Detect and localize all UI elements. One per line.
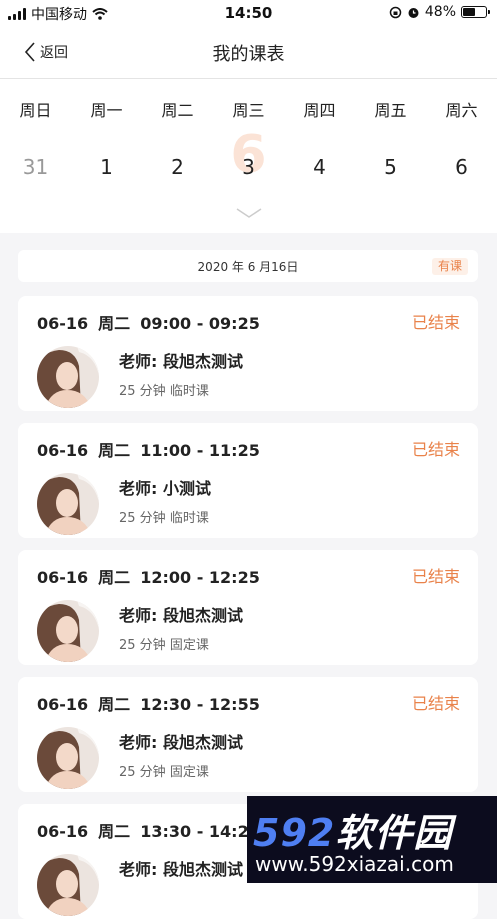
lesson-card[interactable]: 06-16 周二 12:30 - 12:55 已结束老师: 段旭杰测试 25 分钟 固定…	[18, 677, 478, 792]
teacher-name: 老师: 小测试	[119, 479, 211, 498]
lesson-status: 已结束	[411, 313, 460, 332]
lesson-time: 06-16 周二 12:00 - 12:25	[37, 564, 260, 588]
day-name: 周二	[161, 101, 194, 120]
lesson-time: 06-16 周二 09:00 - 09:25	[37, 310, 260, 334]
watermark-logo: 592软件园	[253, 802, 452, 857]
lesson-date: 06-16	[37, 822, 89, 841]
chevron-down-icon[interactable]	[235, 207, 263, 219]
teacher-avatar	[37, 600, 99, 662]
site-watermark: 592软件园 www.592xiazai.com	[247, 796, 497, 883]
lesson-weekday: 周二	[98, 441, 131, 460]
lesson-type: 临时课	[169, 384, 209, 399]
day-name: 周日	[19, 101, 52, 120]
lesson-type: 固定课	[169, 765, 209, 780]
status-right: 48%	[389, 4, 490, 20]
week-calendar: 周日 31 周一 1 周二 2 周三 6 3 周四 4 周五 5 周六 6	[0, 79, 497, 233]
lesson-meta: 25 分钟 固定课	[119, 761, 209, 780]
teacher-name: 老师: 段旭杰测试	[119, 733, 243, 752]
teacher-avatar	[37, 854, 99, 916]
lesson-type: 临时课	[169, 511, 209, 526]
lesson-card[interactable]: 06-16 周二 11:00 - 11:25 已结束老师: 小测试 25 分钟 临时课	[18, 423, 478, 538]
teacher-avatar	[37, 346, 99, 408]
lesson-time-range: 13:30 - 14:20	[140, 822, 260, 841]
watermark-logo-number: 592	[253, 811, 336, 855]
selected-day-number: 3	[242, 155, 255, 179]
battery-icon	[461, 6, 490, 18]
lesson-date: 06-16	[37, 568, 89, 587]
lesson-time-range: 12:30 - 12:55	[140, 695, 260, 714]
lesson-time: 06-16 周二 13:30 - 14:20	[37, 818, 260, 842]
lesson-weekday: 周二	[98, 695, 131, 714]
lesson-status: 已结束	[411, 440, 460, 459]
selected-date-bar: 2020 年 6 月16日 有课	[18, 250, 478, 282]
lesson-meta: 25 分钟 固定课	[119, 634, 209, 653]
day-number[interactable]: 31	[0, 155, 71, 179]
lesson-weekday: 周二	[98, 314, 131, 333]
day-number[interactable]: 5	[355, 155, 426, 179]
lesson-duration: 25 分钟	[119, 384, 166, 399]
lesson-time-range: 09:00 - 09:25	[140, 314, 260, 333]
selected-date: 2020 年 6 月16日	[197, 260, 299, 274]
has-class-badge: 有课	[431, 258, 468, 275]
lesson-meta: 25 分钟 临时课	[119, 507, 209, 526]
day-name: 周三	[232, 101, 265, 120]
teacher-avatar	[37, 727, 99, 789]
lesson-weekday: 周二	[98, 568, 131, 587]
orientation-lock-icon	[389, 6, 402, 18]
day-name: 周一	[90, 101, 123, 120]
lesson-status: 已结束	[411, 567, 460, 586]
lesson-duration: 25 分钟	[119, 511, 166, 526]
lesson-duration: 25 分钟	[119, 638, 166, 653]
day-name: 周六	[445, 101, 478, 120]
lesson-type: 固定课	[169, 638, 209, 653]
day-number[interactable]: 1	[71, 155, 142, 179]
day-number[interactable]: 4	[284, 155, 355, 179]
teacher-name: 老师: 段旭杰测试	[119, 606, 243, 625]
alarm-icon	[408, 7, 419, 18]
lesson-duration: 25 分钟	[119, 765, 166, 780]
teacher-avatar	[37, 473, 99, 535]
lesson-weekday: 周二	[98, 822, 131, 841]
lesson-time: 06-16 周二 12:30 - 12:55	[37, 691, 260, 715]
battery-percent: 48%	[424, 4, 456, 20]
day-number[interactable]: 6	[426, 155, 497, 179]
lesson-date: 06-16	[37, 441, 89, 460]
lesson-time: 06-16 周二 11:00 - 11:25	[37, 437, 260, 461]
lesson-date: 06-16	[37, 314, 89, 333]
lesson-time-range: 11:00 - 11:25	[140, 441, 260, 460]
lesson-status: 已结束	[411, 694, 460, 713]
teacher-name: 老师: 段旭杰测试	[119, 860, 243, 879]
lesson-meta: 25 分钟 临时课	[119, 380, 209, 399]
lesson-date: 06-16	[37, 695, 89, 714]
lesson-card[interactable]: 06-16 周二 09:00 - 09:25 已结束老师: 段旭杰测试 25 分钟 临时…	[18, 296, 478, 411]
watermark-logo-text: 软件园	[335, 811, 453, 855]
day-number[interactable]: 2	[142, 155, 213, 179]
lesson-card[interactable]: 06-16 周二 12:00 - 12:25 已结束老师: 段旭杰测试 25 分钟 固定…	[18, 550, 478, 665]
nav-bar: 返回 我的课表	[0, 26, 497, 79]
lesson-time-range: 12:00 - 12:25	[140, 568, 260, 587]
teacher-name: 老师: 段旭杰测试	[119, 352, 243, 371]
day-name: 周四	[303, 101, 336, 120]
day-number-selected[interactable]: 6 3	[213, 125, 284, 185]
watermark-url: www.592xiazai.com	[255, 852, 454, 876]
page-title: 我的课表	[212, 44, 285, 65]
day-name: 周五	[374, 101, 407, 120]
status-bar: 中国移动 14:50 48%	[0, 0, 497, 26]
